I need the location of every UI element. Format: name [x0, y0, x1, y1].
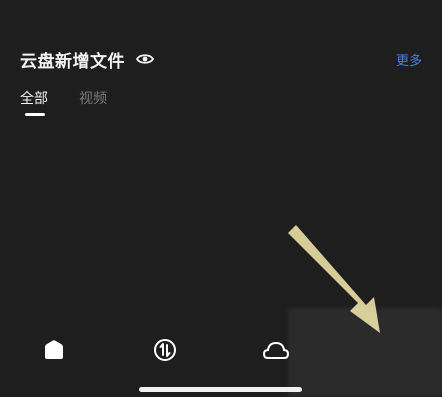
nav-cloud-button[interactable] — [262, 336, 290, 364]
tab-all-label: 全部 — [20, 91, 48, 107]
eye-icon[interactable] — [135, 49, 155, 69]
section-title: 云盘新增文件 — [20, 51, 125, 72]
tab-all[interactable]: 全部 — [20, 88, 48, 116]
more-link[interactable]: 更多 — [396, 50, 422, 69]
cloud-icon — [263, 341, 289, 359]
section-header: 云盘新增文件 — [20, 46, 155, 72]
bottom-nav — [0, 330, 442, 370]
tab-video[interactable]: 视频 — [79, 88, 107, 116]
active-tab-indicator — [25, 113, 45, 116]
nav-home-button[interactable] — [40, 336, 68, 364]
nav-transfer-button[interactable] — [151, 336, 179, 364]
home-icon — [45, 340, 63, 359]
tab-video-label: 视频 — [79, 91, 107, 107]
home-indicator[interactable] — [139, 387, 302, 392]
tab-bar: 全部 视频 — [20, 88, 138, 116]
transfer-icon — [154, 339, 176, 361]
